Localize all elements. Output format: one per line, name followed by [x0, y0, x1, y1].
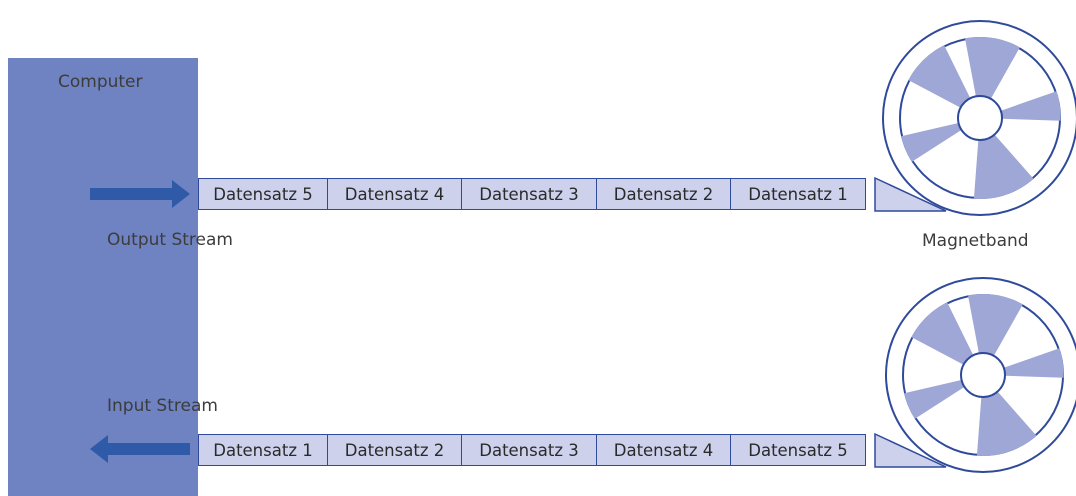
stream-diagram: Computer Output Stream Input Stream Magn…	[0, 0, 1076, 496]
magnetband-reel-top-icon	[882, 20, 1076, 216]
magnetband-reel-bottom-icon	[885, 277, 1076, 473]
input-arrow-icon	[90, 435, 190, 463]
diagram-graphics	[90, 20, 1076, 473]
output-arrow-icon	[90, 180, 190, 208]
